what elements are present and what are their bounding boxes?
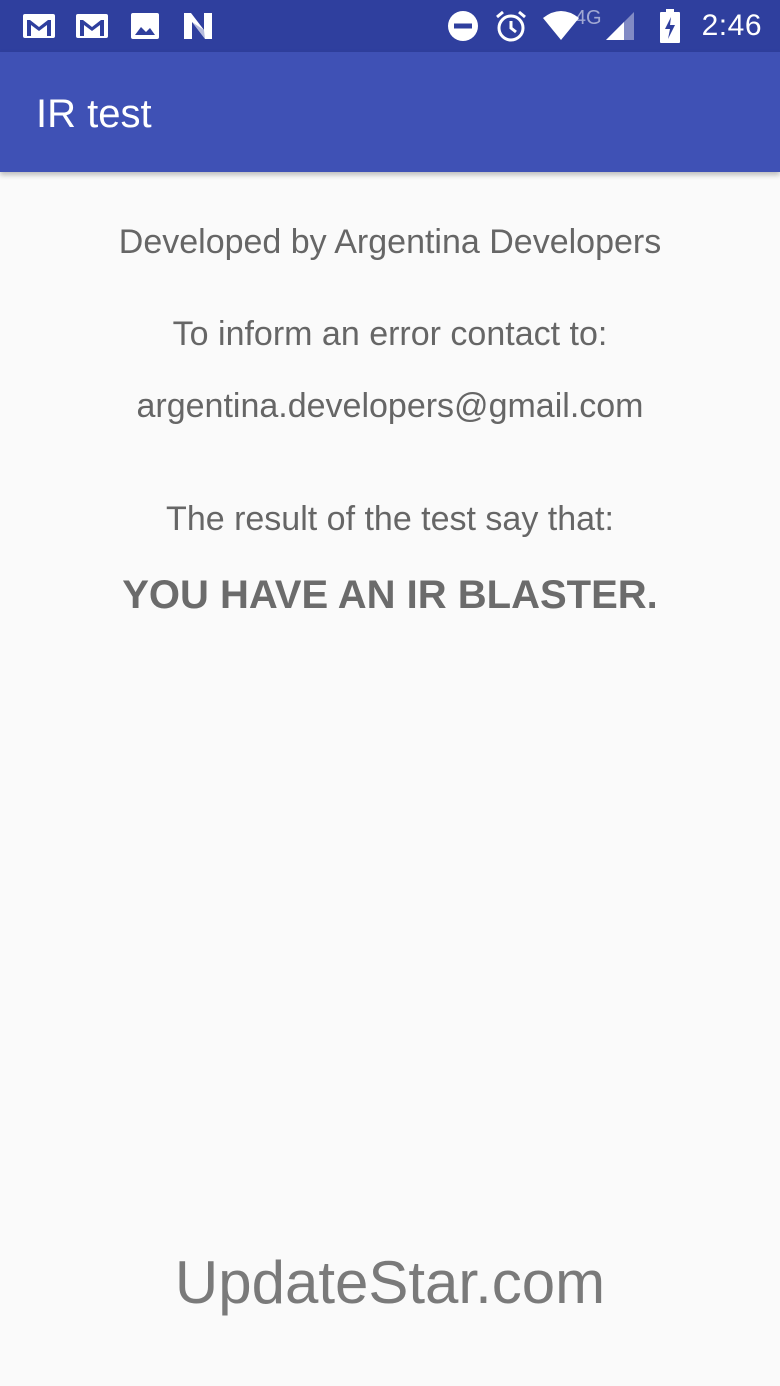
system-icons: 4G 2:46 [445, 6, 762, 44]
do-not-disturb-icon [445, 8, 481, 44]
developer-credit: Developed by Argentina Developers [118, 223, 662, 261]
status-bar: 4G 2:46 [0, 0, 780, 52]
test-result: YOU HAVE AN IR BLASTER. [122, 573, 658, 617]
app-title: IR test [36, 92, 152, 136]
network-type-label: 4G [574, 6, 602, 29]
gmail-icon [75, 12, 109, 40]
notification-icons [22, 12, 215, 40]
contact-email: argentina.developers@gmail.com [136, 387, 644, 425]
contact-prompt: To inform an error contact to: [172, 315, 608, 353]
alarm-icon [493, 8, 529, 44]
status-clock: 2:46 [701, 9, 762, 42]
signal-icon [604, 8, 636, 44]
result-intro: The result of the test say that: [166, 500, 614, 538]
gallery-image-icon [128, 12, 162, 40]
n-app-icon [181, 12, 215, 40]
app-bar: IR test [0, 52, 780, 172]
watermark: UpdateStar.com [174, 1249, 606, 1316]
gmail-icon [22, 12, 56, 40]
battery-charging-icon [658, 8, 682, 44]
